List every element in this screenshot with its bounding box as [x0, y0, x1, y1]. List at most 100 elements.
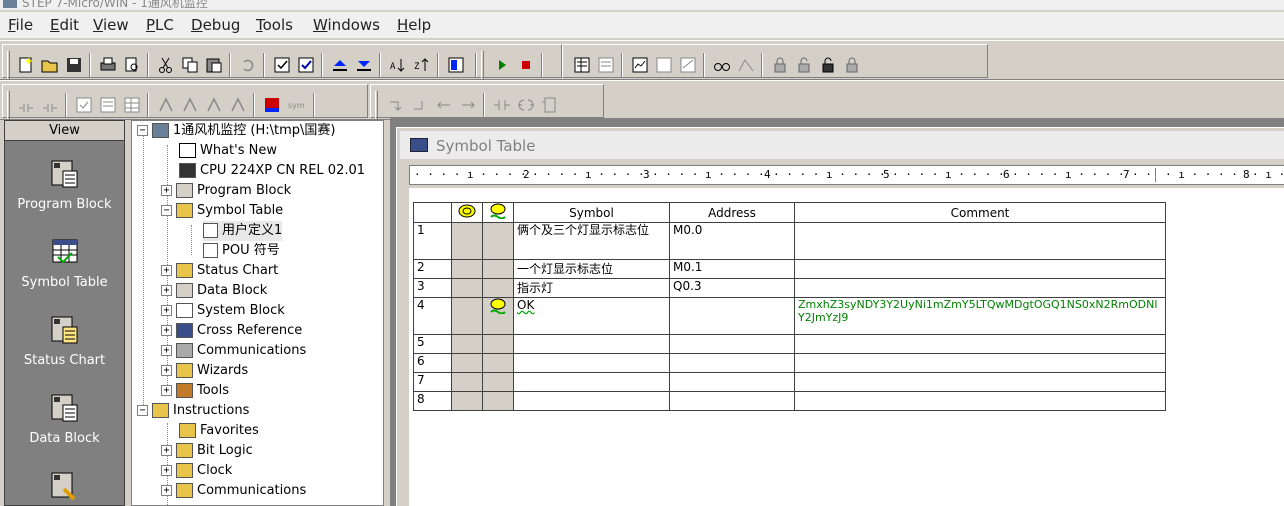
unused-cell[interactable]	[482, 222, 514, 260]
line-down-icon[interactable]	[387, 96, 405, 114]
print-icon[interactable]	[99, 56, 117, 74]
comment-cell[interactable]	[794, 353, 1166, 373]
menu-file[interactable]: File	[8, 16, 33, 34]
download-icon[interactable]	[355, 56, 373, 74]
expand-icon[interactable]: +	[161, 465, 172, 476]
tree-node-project[interactable]: −1通风机监控 (H:\tmp\国赛)	[137, 121, 335, 141]
cut-icon[interactable]	[157, 56, 175, 74]
comment-cell[interactable]	[794, 278, 1166, 298]
line-right-icon[interactable]	[459, 96, 477, 114]
expand-icon[interactable]: +	[161, 285, 172, 296]
symbol-cell[interactable]: 一个灯显示标志位	[513, 259, 670, 279]
chart-status-icon[interactable]	[631, 56, 649, 74]
tree-node-communications[interactable]: + Communications	[161, 341, 306, 361]
paste-icon[interactable]	[205, 56, 223, 74]
address-cell[interactable]	[669, 391, 795, 411]
tree-node-user-defined[interactable]: 用户定义1	[203, 221, 283, 241]
address-cell[interactable]: M0.0	[669, 222, 795, 260]
tree-node-cross-reference[interactable]: + Cross Reference	[161, 321, 302, 341]
upload-icon[interactable]	[331, 56, 349, 74]
tree-node-instr-communications[interactable]: + Communications	[161, 481, 306, 501]
comment-cell[interactable]	[794, 391, 1166, 411]
comment-cell[interactable]: ZmxhZ3syNDY3Y2UyNi1mZmY5LTQwMDgtOGQ1NS0x…	[794, 297, 1166, 335]
view-item-status-chart[interactable]: Status Chart	[5, 315, 124, 368]
expand-icon[interactable]: +	[161, 325, 172, 336]
tree-node-bit-logic[interactable]: + Bit Logic	[161, 441, 253, 461]
symbol-addressing-icon[interactable]: sym	[287, 96, 305, 114]
save-icon[interactable]	[65, 56, 83, 74]
tree-node-system-block[interactable]: + System Block	[161, 301, 285, 321]
undo-icon[interactable]	[239, 56, 257, 74]
menu-edit[interactable]: Edit	[50, 16, 79, 34]
symbol-cell[interactable]	[513, 372, 670, 392]
expand-icon[interactable]: +	[161, 305, 172, 316]
unused-cell[interactable]	[482, 353, 514, 373]
unused-cell[interactable]	[482, 334, 514, 354]
unused-cell[interactable]	[482, 259, 514, 279]
overlap-cell[interactable]	[451, 372, 483, 392]
symbol-info-table-icon[interactable]	[123, 96, 141, 114]
row-number-header[interactable]	[413, 202, 452, 223]
comment-column-header[interactable]: Comment	[794, 202, 1166, 223]
unused-cell[interactable]	[482, 278, 514, 298]
overlap-cell[interactable]	[451, 222, 483, 260]
sort-ascending-icon[interactable]: A	[389, 56, 407, 74]
unforce-all-icon[interactable]	[819, 56, 837, 74]
write-all-icon[interactable]	[679, 56, 697, 74]
expand-icon[interactable]: +	[161, 445, 172, 456]
collapse-icon[interactable]: −	[161, 205, 172, 216]
insert-network-icon[interactable]	[17, 96, 35, 114]
menu-plc[interactable]: PLC	[146, 16, 174, 34]
collapse-icon[interactable]: −	[137, 125, 148, 136]
menu-debug[interactable]: Debug	[191, 16, 240, 34]
tree-node-program-block[interactable]: + Program Block	[161, 181, 291, 201]
apply-symbols-icon[interactable]	[263, 96, 281, 114]
comment-cell[interactable]	[794, 372, 1166, 392]
box-icon[interactable]	[541, 96, 559, 114]
expand-icon[interactable]: +	[161, 185, 172, 196]
next-bookmark-icon[interactable]	[181, 96, 199, 114]
unused-column-header[interactable]	[482, 202, 514, 223]
view-glasses-icon[interactable]	[713, 56, 731, 74]
contact-icon[interactable]	[493, 96, 511, 114]
unforce-icon[interactable]	[795, 56, 813, 74]
symbol-cell[interactable]	[513, 391, 670, 411]
new-icon[interactable]	[17, 56, 35, 74]
collapse-icon[interactable]: −	[137, 405, 148, 416]
menu-view[interactable]: View	[93, 16, 129, 34]
overlap-column-header[interactable]	[451, 202, 483, 223]
ruler-end-marker[interactable]	[1155, 168, 1156, 182]
delete-network-icon[interactable]	[41, 96, 59, 114]
expand-icon[interactable]: +	[161, 265, 172, 276]
expand-icon[interactable]: +	[161, 485, 172, 496]
pou-comments-icon[interactable]	[75, 96, 93, 114]
copy-icon[interactable]	[181, 56, 199, 74]
view-item-data-block[interactable]: Data Block	[5, 393, 124, 446]
row-number[interactable]: 2	[413, 259, 452, 279]
line-left-icon[interactable]	[435, 96, 453, 114]
row-number[interactable]: 8	[413, 391, 452, 411]
toolbar-grip[interactable]	[375, 91, 378, 119]
tree-node-cpu[interactable]: CPU 224XP CN REL 02.01	[179, 161, 365, 181]
comment-cell[interactable]	[794, 334, 1166, 354]
row-number[interactable]: 6	[413, 353, 452, 373]
expand-icon[interactable]: +	[161, 385, 172, 396]
expand-icon[interactable]: +	[161, 345, 172, 356]
overlap-cell[interactable]	[451, 259, 483, 279]
address-cell[interactable]: M0.1	[669, 259, 795, 279]
overlap-cell[interactable]	[451, 297, 483, 335]
overlap-cell[interactable]	[451, 353, 483, 373]
tree-node-status-chart[interactable]: + Status Chart	[161, 261, 278, 281]
address-cell[interactable]	[669, 334, 795, 354]
row-number[interactable]: 5	[413, 334, 452, 354]
tree-node-tools[interactable]: + Tools	[161, 381, 229, 401]
read-forced-icon[interactable]	[843, 56, 861, 74]
toolbar-grip[interactable]	[7, 91, 10, 119]
address-cell[interactable]: Q0.3	[669, 278, 795, 298]
force-icon[interactable]	[771, 56, 789, 74]
symbol-cell[interactable]: 指示灯	[513, 278, 670, 298]
tree-node-whats-new[interactable]: What's New	[179, 141, 277, 161]
previous-bookmark-icon[interactable]	[205, 96, 223, 114]
address-cell[interactable]	[669, 353, 795, 373]
toolbar-grip[interactable]	[481, 51, 484, 79]
